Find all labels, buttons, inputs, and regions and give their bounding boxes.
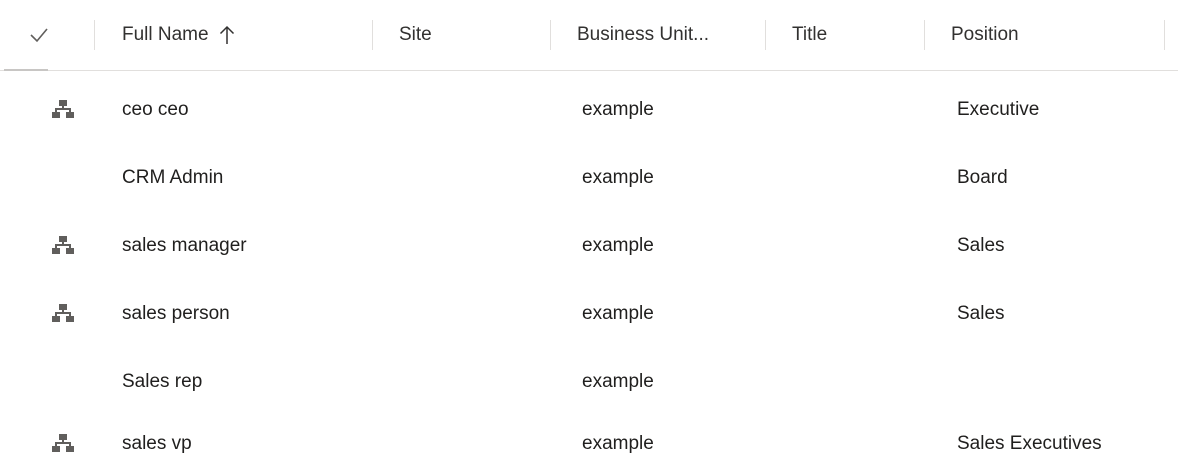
column-header-label: Business Unit...	[577, 24, 709, 45]
cell-business-unit[interactable]: example	[582, 212, 654, 280]
table-row[interactable]: ceo ceo example Executive	[0, 76, 1178, 144]
column-header-business-unit[interactable]: Business Unit...	[577, 0, 709, 70]
column-separator[interactable]	[372, 20, 373, 50]
column-header-label: Full Name	[122, 24, 209, 45]
cell-position[interactable]: Sales Executives	[957, 416, 1102, 472]
column-header-title[interactable]: Title	[792, 0, 827, 70]
cell-position[interactable]: Sales	[957, 280, 1005, 348]
hierarchy-icon[interactable]	[52, 235, 74, 255]
column-header-site[interactable]: Site	[399, 0, 432, 70]
grid-header: Full Name Site Business Unit... Title Po…	[0, 0, 1178, 71]
sort-ascending-arrow-icon	[219, 25, 234, 44]
cell-position[interactable]: Sales	[957, 212, 1005, 280]
hierarchy-icon[interactable]	[52, 99, 74, 119]
cell-business-unit[interactable]: example	[582, 348, 654, 416]
cell-full-name[interactable]: CRM Admin	[122, 144, 223, 212]
column-header-label: Site	[399, 24, 432, 45]
column-separator[interactable]	[924, 20, 925, 50]
hierarchy-icon[interactable]	[52, 303, 74, 323]
cell-full-name[interactable]: Sales rep	[122, 348, 202, 416]
cell-business-unit[interactable]: example	[582, 144, 654, 212]
users-grid: Full Name Site Business Unit... Title Po…	[0, 0, 1178, 468]
column-header-label: Title	[792, 24, 828, 45]
column-separator[interactable]	[94, 20, 95, 50]
column-header-position[interactable]: Position	[951, 0, 1019, 70]
table-row[interactable]: Sales rep example	[0, 348, 1178, 416]
column-header-label: Position	[951, 24, 1019, 45]
cell-business-unit[interactable]: example	[582, 280, 654, 348]
header-focus-underline	[4, 69, 48, 71]
column-separator[interactable]	[550, 20, 551, 50]
hierarchy-icon[interactable]	[52, 433, 74, 453]
cell-business-unit[interactable]: example	[582, 76, 654, 144]
table-row[interactable]: CRM Admin example Board	[0, 144, 1178, 212]
cell-position[interactable]: Board	[957, 144, 1008, 212]
cell-position[interactable]: Executive	[957, 76, 1039, 144]
table-row[interactable]: sales manager example Sales	[0, 212, 1178, 280]
column-separator[interactable]	[1164, 20, 1165, 50]
table-row[interactable]: sales vp example Sales Executives	[0, 416, 1178, 468]
cell-full-name[interactable]: sales person	[122, 280, 230, 348]
cell-full-name[interactable]: ceo ceo	[122, 76, 189, 144]
column-header-full-name[interactable]: Full Name	[122, 0, 235, 70]
table-row[interactable]: sales person example Sales	[0, 280, 1178, 348]
cell-business-unit[interactable]: example	[582, 416, 654, 472]
checkmark-icon[interactable]	[28, 24, 50, 46]
column-separator[interactable]	[765, 20, 766, 50]
cell-full-name[interactable]: sales manager	[122, 212, 247, 280]
cell-full-name[interactable]: sales vp	[122, 416, 192, 472]
